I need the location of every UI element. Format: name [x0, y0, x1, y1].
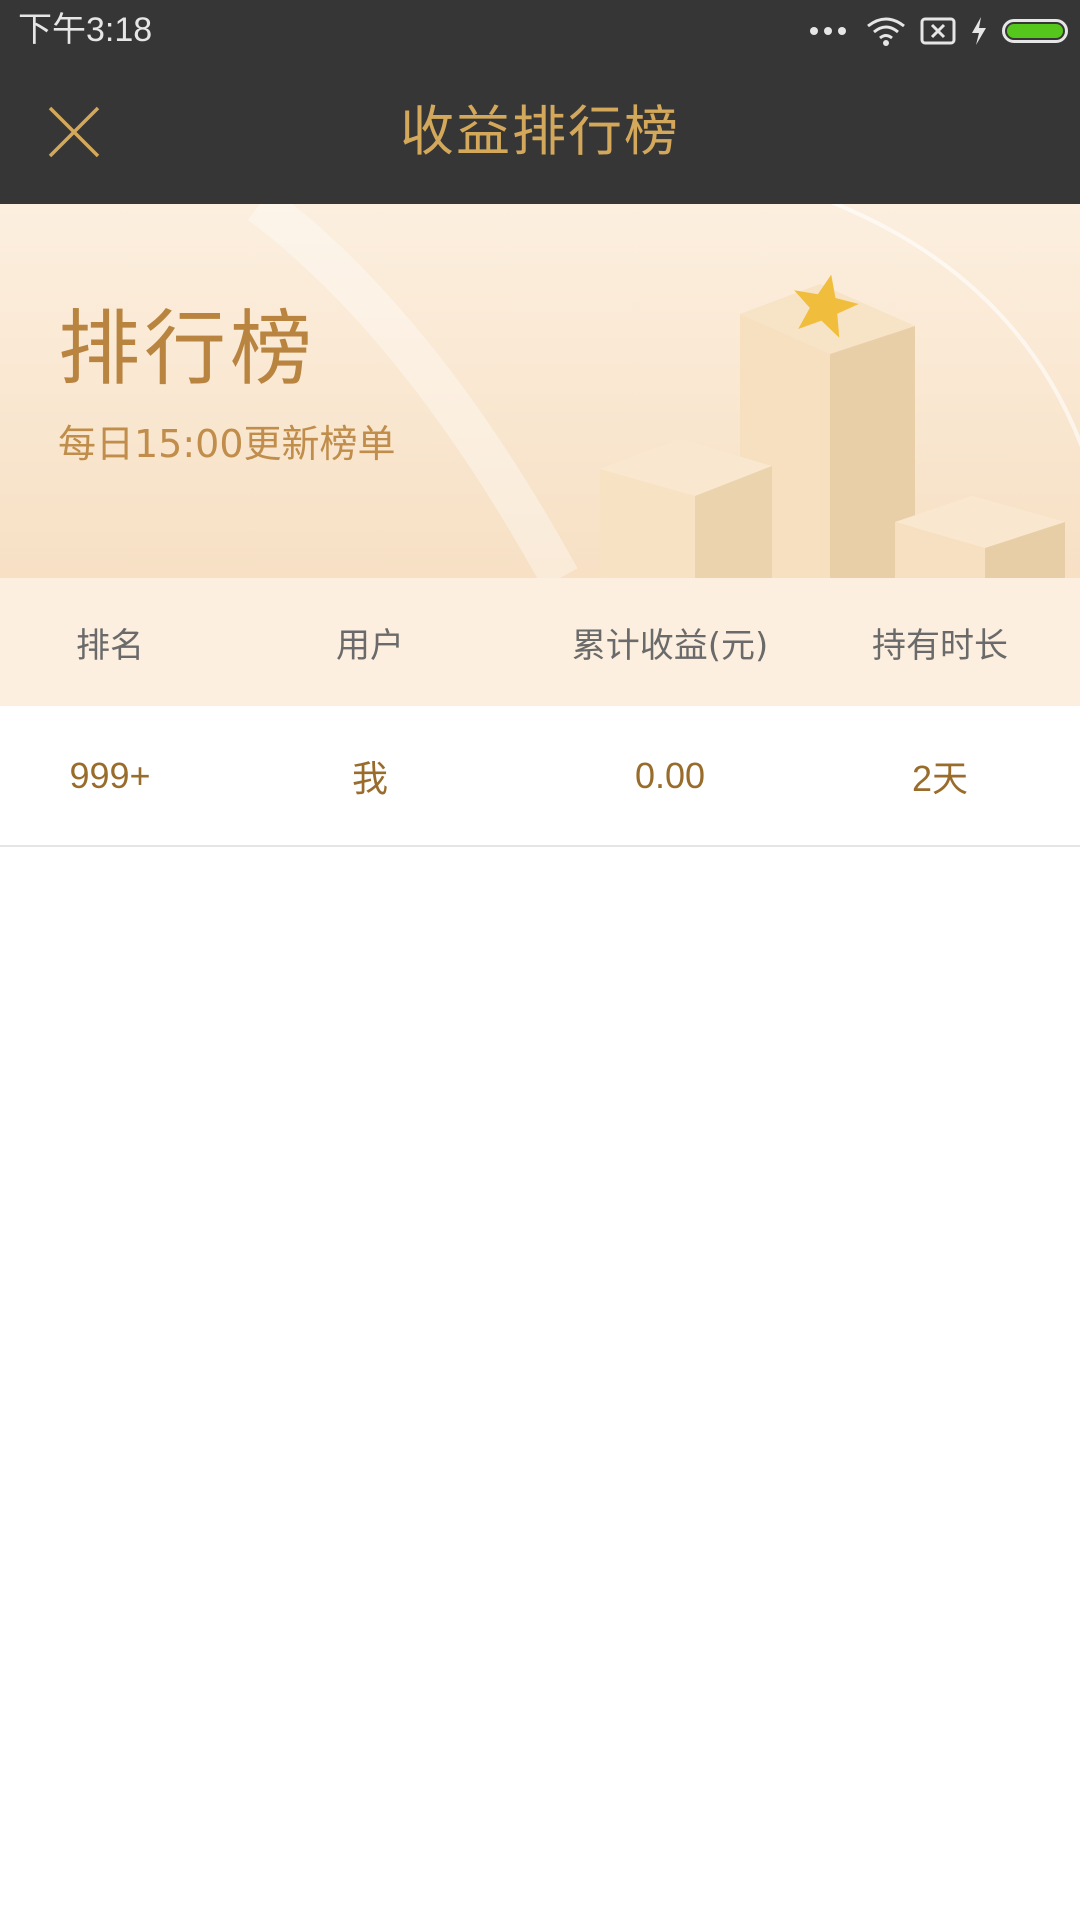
app-header: 收益排行榜	[0, 62, 1080, 204]
battery-icon	[1002, 19, 1068, 43]
banner-subtitle: 每日15:00更新榜单	[58, 422, 396, 466]
column-header-user: 用户	[336, 625, 404, 666]
wifi-icon	[867, 17, 905, 46]
battery-level	[1007, 24, 1063, 38]
banner-title: 排行榜	[58, 302, 317, 397]
status-time: 下午3:18	[18, 11, 153, 49]
ranking-banner: 排行榜 每日15:00更新榜单	[0, 204, 1080, 578]
table-header: 排名 用户 累计收益(元) 持有时长	[0, 578, 1080, 706]
cell-rank: 999+	[69, 754, 151, 796]
podium-star-icon	[600, 274, 1065, 578]
status-bar: 下午3:18	[0, 0, 1080, 62]
table-row: 999+ 我 0.00 2天	[0, 706, 1080, 847]
page-title: 收益排行榜	[400, 100, 680, 163]
more-dots-icon	[810, 27, 846, 35]
cell-duration: 2天	[911, 757, 969, 799]
status-icons	[810, 12, 1068, 50]
cell-user: 我	[351, 757, 388, 799]
column-header-earnings: 累计收益(元)	[571, 625, 769, 666]
cell-earnings: 0.00	[634, 754, 706, 796]
column-header-rank: 排名	[76, 625, 144, 666]
sim-x-icon	[920, 17, 956, 45]
charging-bolt-icon	[972, 17, 986, 45]
column-header-duration: 持有时长	[872, 625, 1008, 666]
